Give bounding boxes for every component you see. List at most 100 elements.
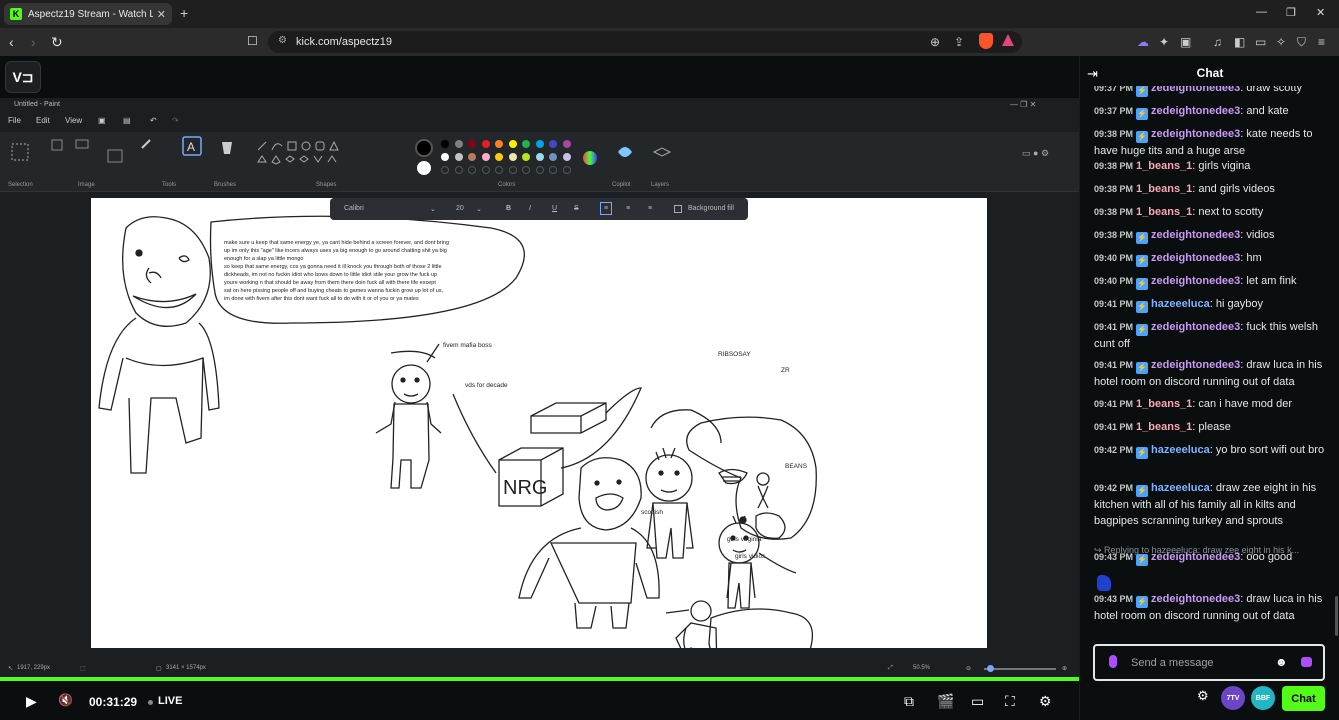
message-username[interactable]: hazeeeluca (1151, 298, 1210, 310)
message-username[interactable]: 1_beans_1 (1136, 398, 1192, 410)
bbf-button[interactable]: BBF (1251, 686, 1275, 710)
message-timestamp: 09:37 PM (1094, 86, 1134, 93)
seventv-button[interactable]: 7TV (1221, 686, 1245, 710)
color-swatch (535, 140, 544, 148)
media-icon[interactable]: ♫ (1213, 35, 1222, 49)
message-timestamp: 09:41 PM (1094, 322, 1134, 332)
site-info-icon[interactable]: ⚙ (278, 35, 287, 46)
message-username[interactable]: 1_beans_1 (1136, 160, 1192, 172)
empty-swatch (508, 166, 517, 174)
chat-message: 09:42 PM ⚡ hazeeeluca: draw zee eight in h… (1094, 480, 1328, 529)
sidebar-icon[interactable]: ◧ (1234, 35, 1245, 49)
pip-icon[interactable]: ⧉ (904, 693, 914, 710)
fullscreen-icon[interactable]: ⛶ (1005, 693, 1015, 710)
menu-icon[interactable]: ≡ (1318, 35, 1325, 49)
message-username[interactable]: zedeightonedee3 (1151, 275, 1240, 287)
emoji-icon[interactable]: ☻ (1275, 655, 1288, 669)
leo-icon[interactable]: ☁ (1137, 35, 1149, 49)
message-username[interactable]: 1_beans_1 (1136, 183, 1192, 195)
chat-message: 09:42 PM ⚡ hazeeeluca: yo bro sort wifi ou… (1094, 442, 1328, 459)
message-username[interactable]: zedeightonedee3 (1151, 86, 1240, 94)
chat-panel: ⇥ Chat 09:37 PM ⚡ zedeightonedee3: draw sc… (1079, 56, 1339, 720)
zoom-icon[interactable]: ⊕ (930, 35, 940, 49)
message-username[interactable]: zedeightonedee3 (1151, 229, 1240, 241)
play-icon[interactable]: ▶ (26, 693, 37, 710)
brave-shields-icon[interactable] (979, 33, 993, 49)
chat-message-input[interactable] (1131, 653, 1271, 673)
align-right-icon: ≡ (648, 205, 653, 212)
stream-video[interactable]: Untitled - Paint — ❐ ✕ File Edit View ▣ … (0, 98, 1079, 680)
subscriber-badge-icon: ⚡ (1136, 301, 1149, 313)
message-timestamp: 09:38 PM (1094, 161, 1134, 171)
chat-messages: 09:37 PM ⚡ zedeightonedee3: draw scotty 09:… (1080, 86, 1332, 692)
close-window-icon[interactable]: ✕ (1316, 6, 1325, 19)
theater-mode-icon[interactable]: ▭ (971, 693, 984, 710)
paint-status-bar: ↖ 1917, 229px ⬚ ▢ 3141 × 1574px ⤢ 50.5% … (0, 660, 1079, 676)
restore-icon[interactable]: ❐ (1286, 6, 1296, 19)
message-username[interactable]: 1_beans_1 (1136, 206, 1192, 218)
live-label[interactable]: LIVE (158, 695, 182, 707)
message-timestamp: 09:38 PM (1094, 129, 1134, 139)
ribbon-label-copilot: Copilot (612, 182, 631, 188)
color-swatch (562, 140, 571, 148)
new-tab-icon[interactable]: + (180, 5, 188, 21)
settings-icon[interactable]: ⚙ (1039, 693, 1052, 710)
vpn-icon[interactable]: ⛉ (1297, 35, 1306, 50)
message-username[interactable]: hazeeeluca (1151, 482, 1210, 494)
message-username[interactable]: zedeightonedee3 (1151, 105, 1240, 117)
live-indicator-icon (148, 700, 153, 705)
mute-icon[interactable]: 🔇 (58, 693, 73, 707)
kick-emote-icon[interactable] (1109, 655, 1117, 668)
url-text: kick.com/aspectz19 (296, 36, 392, 48)
message-username[interactable]: zedeightonedee3 (1151, 128, 1240, 140)
browser-toolbar: ‹ › ↻ ☐ ⚙ kick.com/aspectz19 ⊕ ⇪ ☁ ✦ ▣ ♫… (0, 28, 1339, 56)
kicks-icon[interactable] (1301, 657, 1312, 667)
site-logo[interactable]: V⊐ (5, 61, 41, 93)
bookmark-icon[interactable]: ☐ (247, 34, 258, 48)
message-timestamp: 09:38 PM (1094, 207, 1134, 217)
message-text: girls vigina (1198, 160, 1251, 172)
wallet-icon[interactable]: ▭ (1255, 35, 1266, 49)
tab-close-icon[interactable]: ✕ (157, 8, 166, 21)
message-text: can i have mod der (1198, 398, 1292, 410)
message-timestamp: 09:41 PM (1094, 399, 1134, 409)
canvas-size: 3141 × 1574px (166, 665, 206, 671)
speech-line-7: sat on here pissing people off and buyin… (224, 288, 444, 294)
color-swatch (495, 140, 503, 148)
message-username[interactable]: zedeightonedee3 (1151, 252, 1240, 264)
extensions-icon[interactable]: ✦ (1159, 35, 1169, 49)
zoom-out-icon: ⊖ (966, 666, 972, 672)
share-icon[interactable]: ⇪ (954, 35, 964, 49)
back-icon[interactable]: ‹ (9, 34, 14, 50)
message-timestamp: 09:37 PM (1094, 106, 1134, 116)
player-controls: ▶ 🔇 00:31:29 LIVE ⧉ 🎬 ▭ ⛶ ⚙ (0, 681, 1079, 720)
reload-icon[interactable]: ↻ (51, 34, 63, 51)
message-username[interactable]: hazeeeluca (1151, 444, 1210, 456)
message-username[interactable]: 1_beans_1 (1136, 421, 1192, 433)
screenshot-icon[interactable]: ▣ (1180, 35, 1191, 49)
label-ribsosay: RIBSOSAY (718, 351, 751, 358)
chat-scrollbar[interactable] (1335, 596, 1338, 636)
message-username[interactable]: zedeightonedee3 (1151, 321, 1240, 333)
chat-message: 09:38 PM 1_beans_1: girls vigina (1094, 158, 1328, 174)
empty-swatch (454, 166, 463, 174)
forward-icon[interactable]: › (31, 34, 36, 50)
speech-line-1: make sure u keep that same energy ye, ya… (224, 240, 449, 246)
brave-rewards-icon[interactable] (1002, 34, 1014, 46)
sketch-drawing: make sure u keep that same energy ye, ya… (98, 215, 817, 648)
browser-tab[interactable]: K Aspectz19 Stream - Watch Live o ✕ (4, 3, 172, 25)
subscriber-badge-icon: ⚡ (1136, 324, 1149, 336)
color-swatch (535, 153, 544, 161)
paint-window-controls: — ❐ ✕ (1010, 100, 1037, 109)
message-username[interactable]: zedeightonedee3 (1151, 359, 1240, 371)
cursor-position: 1917, 229px (17, 665, 51, 671)
address-bar[interactable]: ⚙ kick.com/aspectz19 (268, 31, 1022, 53)
minimize-icon[interactable]: — (1256, 6, 1267, 18)
ai-icon[interactable]: ✧ (1276, 35, 1286, 49)
clip-icon[interactable]: 🎬 (937, 693, 954, 710)
send-chat-button[interactable]: Chat (1282, 686, 1325, 711)
empty-swatch (522, 166, 530, 174)
message-username[interactable]: zedeightonedee3 (1151, 593, 1240, 605)
chat-settings-icon[interactable]: ⚙ (1197, 688, 1209, 704)
color-swatch (481, 153, 490, 161)
